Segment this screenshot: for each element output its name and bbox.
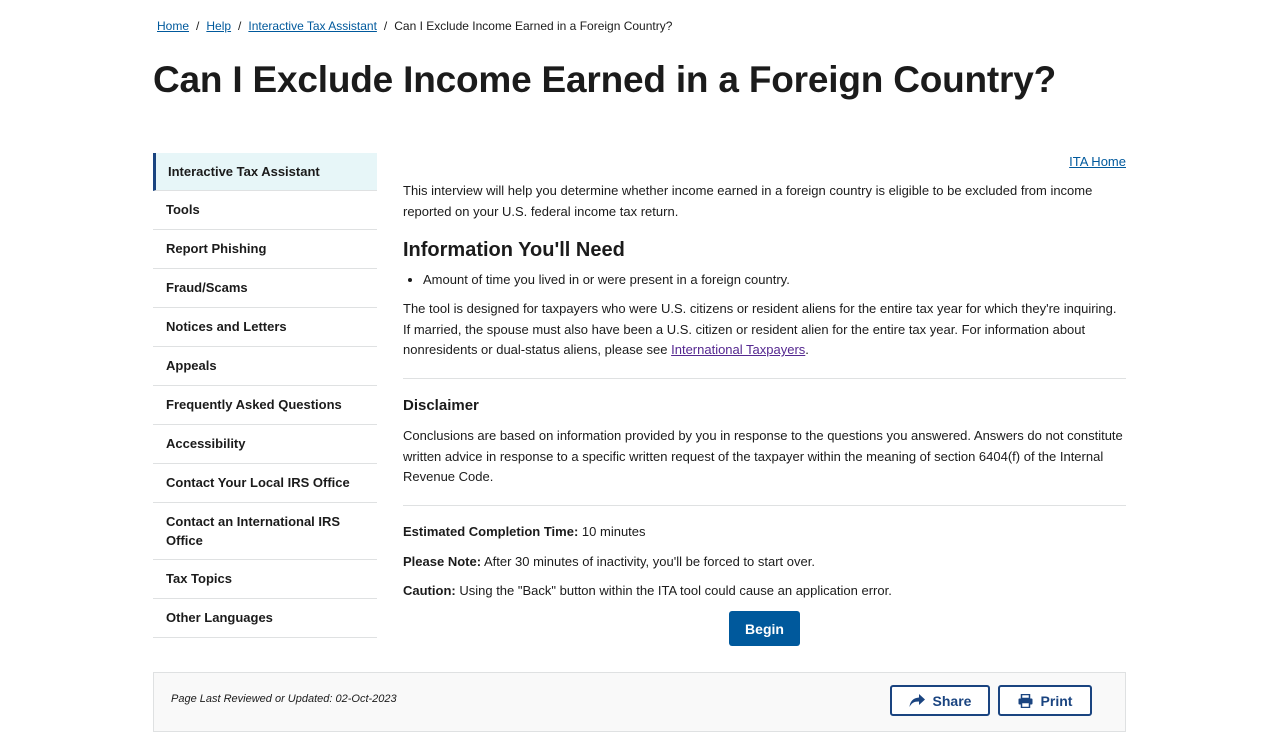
note-label: Please Note: [403, 554, 482, 569]
sidebar-item-faq[interactable]: Frequently Asked Questions [153, 386, 377, 425]
share-label: Share [932, 692, 972, 709]
completion-value: 10 minutes [581, 524, 646, 539]
share-arrow-icon [909, 693, 925, 708]
international-taxpayers-link[interactable]: International Taxpayers [671, 342, 805, 357]
sidebar-item-accessibility[interactable]: Accessibility [153, 425, 377, 464]
sidebar-item-notices-and-letters[interactable]: Notices and Letters [153, 308, 377, 347]
breadcrumb-ita-link[interactable]: Interactive Tax Assistant [248, 19, 377, 33]
breadcrumb-help-link[interactable]: Help [206, 19, 231, 33]
sidebar-item-report-phishing[interactable]: Report Phishing [153, 230, 377, 269]
share-button[interactable]: Share [890, 685, 990, 716]
disclaimer-heading: Disclaimer [403, 397, 479, 414]
sidebar-item-contact-local-irs[interactable]: Contact Your Local IRS Office [153, 464, 377, 503]
completion-label: Estimated Completion Time: [403, 524, 579, 539]
breadcrumb-separator: / [196, 19, 200, 33]
page-footer: Page Last Reviewed or Updated: 02-Oct-20… [153, 672, 1126, 732]
divider [403, 505, 1126, 506]
sidebar-item-tax-topics[interactable]: Tax Topics [153, 560, 377, 599]
breadcrumb-separator: / [383, 19, 388, 33]
print-button[interactable]: Print [998, 685, 1092, 716]
last-reviewed-text: Page Last Reviewed or Updated: 02-Oct-20… [171, 693, 397, 705]
breadcrumb-separator: / [238, 19, 242, 33]
info-list: Amount of time you lived in or were pres… [403, 270, 790, 290]
sidebar-item-tools[interactable]: Tools [153, 191, 377, 230]
tool-description: The tool is designed for taxpayers who w… [403, 299, 1126, 361]
begin-button[interactable]: Begin [729, 611, 800, 646]
info-heading: Information You'll Need [403, 239, 625, 261]
intro-text: This interview will help you determine w… [403, 183, 1093, 219]
ita-home-link[interactable]: ITA Home [1069, 154, 1126, 169]
note-value: After 30 minutes of inactivity, you'll b… [483, 554, 815, 569]
print-label: Print [1040, 692, 1073, 709]
caution-note: Caution: Using the "Back" button within … [403, 582, 892, 600]
sidebar-item-contact-international-irs[interactable]: Contact an International IRS Office [153, 503, 377, 560]
caution-label: Caution: [403, 583, 456, 598]
breadcrumb: Home / Help / Interactive Tax Assistant / Can … [157, 18, 672, 34]
breadcrumb-home-link[interactable]: Home [157, 19, 189, 33]
sidebar-item-other-languages[interactable]: Other Languages [153, 599, 377, 638]
disclaimer-text: Conclusions are based on information pro… [403, 428, 1123, 484]
completion-time: Estimated Completion Time: 10 minutes [403, 523, 646, 541]
divider [403, 378, 1126, 379]
list-item: Amount of time you lived in or were pres… [423, 270, 790, 290]
sidebar-nav: Interactive Tax Assistant Tools Report P… [153, 153, 377, 638]
caution-value: Using the "Back" button within the ITA t… [459, 583, 892, 598]
tool-text-after: . [805, 342, 809, 357]
breadcrumb-current: Can I Exclude Income Earned in a Foreign… [394, 19, 673, 33]
page-title: Can I Exclude Income Earned in a Foreign… [153, 59, 1057, 100]
please-note: Please Note: After 30 minutes of inactiv… [403, 553, 815, 571]
sidebar-item-fraud-scams[interactable]: Fraud/Scams [153, 269, 377, 308]
sidebar-item-appeals[interactable]: Appeals [153, 347, 377, 386]
printer-icon [1018, 693, 1033, 708]
sidebar-item-interactive-tax-assistant[interactable]: Interactive Tax Assistant [153, 153, 377, 191]
